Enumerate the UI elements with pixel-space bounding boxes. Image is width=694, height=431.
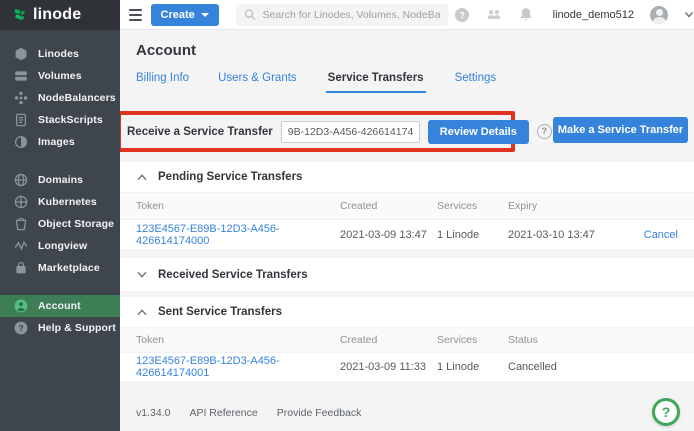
annotation-highlight-red-box: Receive a Service Transfer Review Detail… xyxy=(117,111,515,152)
sidebar-item-marketplace[interactable]: Marketplace xyxy=(0,257,120,279)
sidebar-item-object-storage[interactable]: Object Storage xyxy=(0,213,120,235)
expiry-value: 2021-03-10 13:47 xyxy=(508,229,628,241)
token-link[interactable]: 123E4567-E89B-12D3-A456-426614174001 xyxy=(136,355,340,379)
sent-table-row: 123E4567-E89B-12D3-A456-426614174001 202… xyxy=(120,353,694,382)
receive-transfer-label: Receive a Service Transfer xyxy=(127,126,273,138)
app-version: v1.34.0 xyxy=(136,407,170,419)
search-icon xyxy=(244,8,256,21)
column-header-created: Created xyxy=(340,200,437,212)
provide-feedback-link[interactable]: Provide Feedback xyxy=(277,407,362,419)
status-value: Cancelled xyxy=(508,361,628,373)
account-icon xyxy=(14,299,28,313)
token-link[interactable]: 123E4567-E89B-12D3-A456-426614174000 xyxy=(136,223,340,247)
chevron-down-icon xyxy=(137,271,147,278)
sidebar-item-kubernetes[interactable]: Kubernetes xyxy=(0,191,120,213)
linode-cloud-manager: linode Create ? xyxy=(0,0,694,431)
review-details-button[interactable]: Review Details xyxy=(428,120,529,144)
topbar-actions: ? linode_demo512 xyxy=(454,6,694,24)
notifications-bell-icon[interactable] xyxy=(518,7,534,23)
sidebar-item-domains[interactable]: Domains xyxy=(0,169,120,191)
support-chat-bubble-icon[interactable]: ? xyxy=(652,398,680,426)
sidebar-item-account[interactable]: Account xyxy=(0,295,120,317)
logo-text: linode xyxy=(33,6,81,24)
sidebar-item-volumes[interactable]: Volumes xyxy=(0,65,120,87)
domains-icon xyxy=(14,173,28,187)
transfer-token-input[interactable] xyxy=(281,121,420,143)
nodebalancers-icon xyxy=(14,91,28,105)
column-header-status: Status xyxy=(508,334,628,346)
community-icon[interactable] xyxy=(486,7,502,23)
column-header-services: Services xyxy=(437,200,508,212)
help-icon[interactable]: ? xyxy=(454,7,470,23)
help-icon: ? xyxy=(14,321,28,335)
sidebar-item-nodebalancers[interactable]: NodeBalancers xyxy=(0,87,120,109)
avatar[interactable] xyxy=(650,6,668,24)
create-button-label: Create xyxy=(161,9,195,21)
sidebar-item-longview[interactable]: Longview xyxy=(0,235,120,257)
sent-table-header: Token Created Services Status xyxy=(120,327,694,353)
make-service-transfer-button[interactable]: Make a Service Transfer xyxy=(553,117,688,143)
services-value: 1 Linode xyxy=(437,229,508,241)
volumes-icon xyxy=(14,69,28,83)
stackscripts-icon xyxy=(14,113,28,127)
sidebar-item-images[interactable]: Images xyxy=(0,131,120,153)
pending-transfers-panel: Pending Service Transfers Token Created … xyxy=(120,162,694,250)
svg-text:?: ? xyxy=(459,10,465,21)
chevron-down-icon xyxy=(201,13,209,17)
cancel-link[interactable]: Cancel xyxy=(628,229,678,241)
sent-section-toggle[interactable]: Sent Service Transfers xyxy=(120,297,694,327)
page-title: Account xyxy=(136,42,196,59)
linode-logo-icon xyxy=(13,8,27,22)
create-button[interactable]: Create xyxy=(151,4,219,26)
column-header-expiry: Expiry xyxy=(508,200,628,212)
column-header-token: Token xyxy=(136,200,340,212)
search-input[interactable] xyxy=(263,9,440,21)
tab-users-grants[interactable]: Users & Grants xyxy=(218,72,297,93)
sidebar-item-stackscripts[interactable]: StackScripts xyxy=(0,109,120,131)
pending-table-row: 123E4567-E89B-12D3-A456-426614174000 202… xyxy=(120,220,694,250)
username[interactable]: linode_demo512 xyxy=(553,9,634,21)
created-value: 2021-03-09 13:47 xyxy=(340,229,437,241)
global-search[interactable] xyxy=(236,4,448,26)
received-section-toggle[interactable]: Received Service Transfers xyxy=(120,258,694,291)
topbar: linode Create ? xyxy=(0,0,694,30)
tab-billing-info[interactable]: Billing Info xyxy=(136,72,189,93)
created-value: 2021-03-09 11:33 xyxy=(340,361,437,373)
services-value: 1 Linode xyxy=(437,361,508,373)
linodes-icon xyxy=(14,47,28,61)
marketplace-icon xyxy=(14,261,28,275)
receive-help-icon[interactable]: ? xyxy=(537,124,552,139)
sidebar: Linodes Volumes NodeBalancers StackScrip… xyxy=(0,30,120,431)
api-reference-link[interactable]: API Reference xyxy=(189,407,257,419)
chevron-up-icon xyxy=(137,309,147,316)
tab-bar: Billing Info Users & Grants Service Tran… xyxy=(136,72,496,93)
received-transfers-panel: Received Service Transfers xyxy=(120,258,694,291)
object-storage-icon xyxy=(14,217,28,231)
column-header-services: Services xyxy=(437,334,508,346)
svg-text:?: ? xyxy=(18,323,23,333)
tab-service-transfers[interactable]: Service Transfers xyxy=(326,72,426,93)
linode-logo: linode xyxy=(0,0,120,30)
column-header-created: Created xyxy=(340,334,437,346)
kubernetes-icon xyxy=(14,195,28,209)
longview-icon xyxy=(14,239,28,253)
sidebar-item-linodes[interactable]: Linodes xyxy=(0,43,120,65)
images-icon xyxy=(14,135,28,149)
column-header-token: Token xyxy=(136,334,340,346)
pending-table-header: Token Created Services Expiry xyxy=(120,192,694,220)
menu-hamburger-icon[interactable] xyxy=(129,9,142,21)
footer: v1.34.0 API Reference Provide Feedback xyxy=(136,407,361,419)
pending-section-toggle[interactable]: Pending Service Transfers xyxy=(120,162,694,192)
tab-settings[interactable]: Settings xyxy=(455,72,497,93)
sent-transfers-panel: Sent Service Transfers Token Created Ser… xyxy=(120,297,694,382)
user-menu-chevron-icon[interactable] xyxy=(684,10,694,19)
chevron-up-icon xyxy=(137,174,147,181)
sidebar-item-help-support[interactable]: ? Help & Support xyxy=(0,317,120,339)
